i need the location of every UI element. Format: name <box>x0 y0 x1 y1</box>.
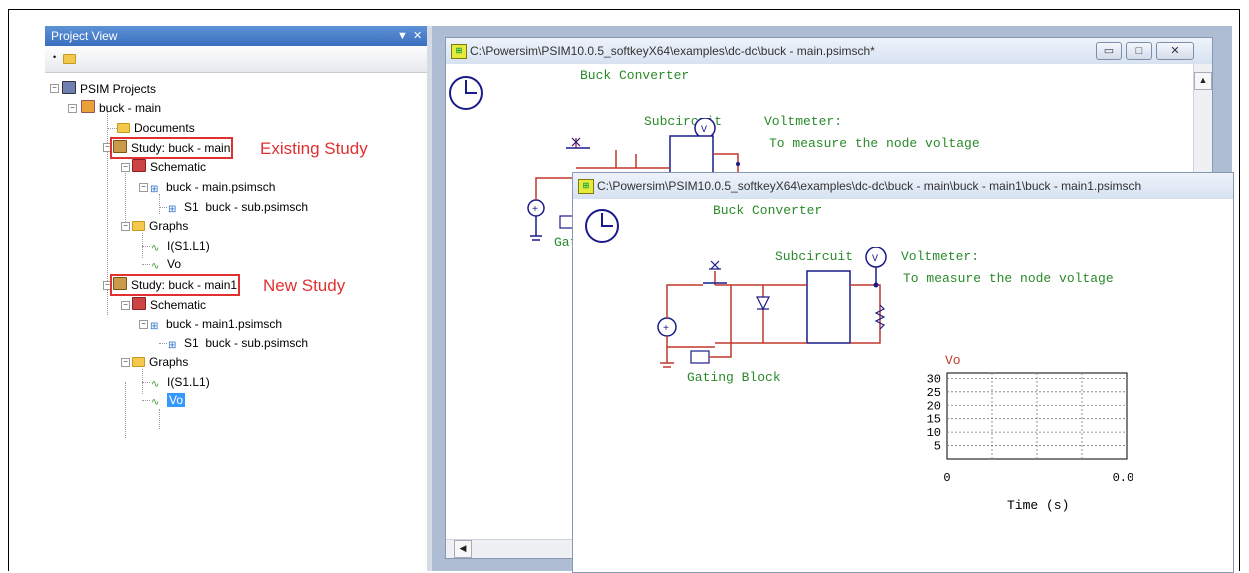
vo-graph: 30252015105 0 0.01 Time (s) <box>927 372 1133 513</box>
tree-subcircuit-1[interactable]: ⊞ S1 buck - sub.psimsch <box>168 199 308 215</box>
psim-file-icon: ⊞ <box>451 44 467 59</box>
circuit-icon: ⊞ <box>150 321 159 332</box>
collapse-graphs1-toggle[interactable]: − <box>121 222 130 231</box>
schematic-heading: Buck Converter <box>713 203 823 218</box>
waveform-icon: ∿ <box>151 379 160 390</box>
tree-schematic-file-2[interactable]: ⊞ buck - main1.psimsch <box>150 316 282 332</box>
tree-graph-2a[interactable]: ∿ I(S1.L1) <box>151 374 210 390</box>
svg-text:V: V <box>872 254 878 265</box>
tree-graph-2b[interactable]: ∿ Vo <box>151 392 186 408</box>
tree-graphs-1[interactable]: Graphs <box>132 218 188 234</box>
scroll-left-button[interactable]: ◀ <box>454 540 472 558</box>
close-icon[interactable]: ✕ <box>413 26 422 46</box>
voltmeter-label: Voltmeter: <box>901 249 980 264</box>
project-tree: − PSIM Projects − buck - main Documents … <box>45 73 427 571</box>
psim-file-icon: ⊞ <box>578 179 594 194</box>
simulation-control-icon[interactable] <box>449 76 483 110</box>
waveform-icon: ∿ <box>151 397 160 408</box>
collapse-schfile1-toggle[interactable]: − <box>139 183 148 192</box>
x-tick-label: 0.01 <box>1113 471 1133 485</box>
subcircuit-icon: ⊞ <box>168 340 177 351</box>
folder-icon[interactable] <box>63 54 76 64</box>
minimize-button[interactable]: ▭ <box>1096 42 1122 60</box>
tree-graph-1a[interactable]: ∿ I(S1.L1) <box>151 238 210 254</box>
window-close-button[interactable]: ✕ <box>1156 42 1194 60</box>
tree-subcircuit-2[interactable]: ⊞ S1 buck - sub.psimsch <box>168 335 308 351</box>
window-title-new: C:\Powersim\PSIM10.0.5_softkeyX64\exampl… <box>597 179 1142 193</box>
dropdown-arrow-icon[interactable]: ▼ <box>397 26 408 46</box>
project-view-titlebar: Project View ▼ ✕ <box>45 26 427 46</box>
svg-text:V: V <box>701 125 707 136</box>
y-tick-label: 10 <box>927 426 941 440</box>
x-axis-label: Time (s) <box>1007 498 1069 513</box>
project-view-title: Project View <box>51 29 118 43</box>
y-tick-label: 30 <box>927 372 941 386</box>
psim-projects-icon <box>62 81 76 94</box>
tree-schematic-1[interactable]: Schematic <box>132 159 206 175</box>
circuit-icon: ⊞ <box>150 184 159 195</box>
collapse-study1-toggle[interactable]: − <box>103 143 112 152</box>
tree-graphs-2[interactable]: Graphs <box>132 354 188 370</box>
tree-project[interactable]: buck - main <box>81 100 161 116</box>
schematic-window-new[interactable]: ⊞ C:\Powersim\PSIM10.0.5_softkeyX64\exam… <box>572 172 1234 573</box>
folder-icon <box>132 357 145 367</box>
y-tick-label: 5 <box>934 440 941 454</box>
tree-study-new[interactable]: Study: buck - main1 <box>109 274 241 296</box>
subcircuit-icon: ⊞ <box>168 204 177 215</box>
svg-text:+: + <box>532 205 538 216</box>
study-icon <box>113 277 127 290</box>
y-tick-label: 25 <box>927 386 941 400</box>
folder-icon <box>117 123 130 133</box>
tree-root[interactable]: PSIM Projects <box>62 81 156 97</box>
tree-documents[interactable]: Documents <box>117 120 195 136</box>
collapse-schematic2-toggle[interactable]: − <box>121 301 130 310</box>
project-view-toolbar: • <box>45 46 427 73</box>
y-tick-label: 15 <box>927 413 941 427</box>
graph-title: Vo <box>945 353 961 368</box>
schematic-heading: Buck Converter <box>580 68 690 83</box>
toolbar-dropdown-icon[interactable]: • <box>53 52 56 62</box>
collapse-schematic1-toggle[interactable]: − <box>121 163 130 172</box>
window-title-main: C:\Powersim\PSIM10.0.5_softkeyX64\exampl… <box>470 44 875 58</box>
project-icon <box>81 100 95 113</box>
collapse-study2-toggle[interactable]: − <box>103 281 112 290</box>
window-titlebar-new[interactable]: ⊞ C:\Powersim\PSIM10.0.5_softkeyX64\exam… <box>573 173 1233 199</box>
tree-graph-1b[interactable]: ∿ Vo <box>151 256 181 272</box>
tree-schematic-2[interactable]: Schematic <box>132 297 206 313</box>
new-study-annotation: New Study <box>263 276 346 295</box>
scroll-up-button[interactable]: ▲ <box>1194 72 1212 90</box>
y-tick-label: 20 <box>927 399 941 413</box>
waveform-icon: ∿ <box>151 261 160 272</box>
tree-study-existing[interactable]: Study: buck - main <box>109 137 234 159</box>
schematic-icon <box>132 297 146 310</box>
voltmeter-label: Voltmeter: <box>764 114 843 129</box>
folder-icon <box>132 221 145 231</box>
tree-schematic-file-1[interactable]: ⊞ buck - main.psimsch <box>150 179 275 195</box>
circuit-diagram-new: V + <box>657 247 887 368</box>
schematic-icon <box>132 159 146 172</box>
collapse-project-toggle[interactable]: − <box>68 104 77 113</box>
existing-study-annotation: Existing Study <box>260 139 368 158</box>
waveform-icon: ∿ <box>151 243 160 254</box>
x-tick-label: 0 <box>943 471 950 485</box>
svg-text:+: + <box>663 324 669 335</box>
collapse-root-toggle[interactable]: − <box>50 84 59 93</box>
project-view-panel: Project View ▼ ✕ • − PSIM Projects − buc… <box>45 26 427 571</box>
collapse-graphs2-toggle[interactable]: − <box>121 358 130 367</box>
study-icon <box>113 140 127 153</box>
voltmeter-desc: To measure the node voltage <box>903 271 1114 286</box>
simulation-control-icon[interactable] <box>585 209 619 243</box>
voltmeter-desc: To measure the node voltage <box>769 136 980 151</box>
collapse-schfile2-toggle[interactable]: − <box>139 320 148 329</box>
maximize-button[interactable]: □ <box>1126 42 1152 60</box>
